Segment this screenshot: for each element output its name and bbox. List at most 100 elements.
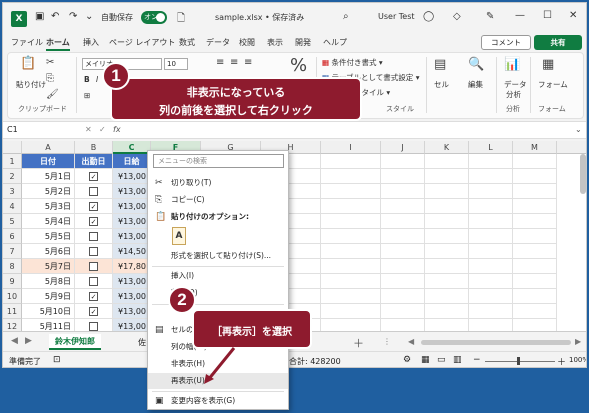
empty-cell[interactable] (425, 289, 469, 304)
add-sheet-icon[interactable]: ＋ (353, 335, 364, 351)
empty-cell[interactable] (425, 244, 469, 259)
tab-review[interactable]: 校閲 (239, 37, 255, 48)
empty-cell[interactable] (425, 304, 469, 319)
name-box[interactable]: C1 (7, 125, 67, 137)
checkbox-checked[interactable]: ✓ (89, 292, 98, 301)
empty-cell[interactable] (425, 229, 469, 244)
date-cell[interactable]: 5月7日 (22, 259, 75, 274)
empty-cell[interactable] (381, 259, 425, 274)
empty-cell[interactable] (513, 229, 557, 244)
checkbox-unchecked[interactable] (89, 187, 98, 196)
analyze-data-icon[interactable]: 📊 (504, 57, 520, 72)
empty-cell[interactable] (469, 199, 513, 214)
empty-cell[interactable] (381, 169, 425, 184)
workday-cell[interactable] (75, 274, 113, 289)
file-name[interactable]: sample.xlsx • 保存済み (215, 12, 304, 23)
column-header-a[interactable]: A (22, 141, 75, 154)
workday-cell[interactable]: ✓ (75, 199, 113, 214)
close-icon[interactable]: ✕ (569, 10, 577, 21)
tab-file[interactable]: ファイル (11, 37, 43, 48)
date-cell[interactable]: 5月9日 (22, 289, 75, 304)
empty-cell[interactable] (321, 259, 381, 274)
row-header[interactable]: 6 (3, 229, 22, 244)
row-header[interactable]: 8 (3, 259, 22, 274)
empty-cell[interactable] (469, 244, 513, 259)
daily-wage-cell[interactable]: ¥13,00 (113, 214, 151, 229)
row-header[interactable]: 7 (3, 244, 22, 259)
empty-cell[interactable] (469, 184, 513, 199)
percent-icon[interactable]: % (290, 55, 307, 76)
empty-cell[interactable] (513, 169, 557, 184)
empty-cell[interactable] (381, 214, 425, 229)
daily-wage-cell[interactable]: ¥13,00 (113, 184, 151, 199)
confirm-icon[interactable]: ✓ (99, 125, 106, 134)
search-icon[interactable]: ⌕ (343, 11, 349, 22)
paste-icon[interactable]: 📋 (20, 56, 36, 71)
empty-cell[interactable] (381, 154, 425, 169)
horizontal-scrollbar[interactable] (421, 340, 571, 345)
empty-cell[interactable] (469, 229, 513, 244)
menu-item-insert[interactable]: 挿入(I) (148, 268, 288, 284)
empty-cell[interactable] (321, 184, 381, 199)
tab-page-layout[interactable]: ページ レイアウト (109, 37, 175, 48)
empty-cell[interactable] (425, 184, 469, 199)
editing-icon[interactable]: 🔍 (468, 57, 484, 72)
checkbox-unchecked[interactable] (89, 262, 98, 271)
empty-cell[interactable] (425, 169, 469, 184)
menu-item-show-changes[interactable]: ▣ 変更内容を表示(G) (148, 393, 288, 409)
menu-item-copy[interactable]: ⎘ コピー(C) (148, 192, 288, 208)
date-cell[interactable]: 5月3日 (22, 199, 75, 214)
zoom-slider-thumb[interactable] (517, 357, 520, 365)
menu-item-cut[interactable]: ✂ 切り取り(T) (148, 175, 288, 191)
daily-wage-cell[interactable]: ¥13,00 (113, 169, 151, 184)
scroll-left-icon[interactable]: ◀ (408, 337, 414, 346)
column-header-l[interactable]: L (469, 141, 513, 154)
daily-wage-cell[interactable]: ¥13,00 (113, 199, 151, 214)
empty-cell[interactable] (425, 214, 469, 229)
form-icon[interactable]: ▦ (542, 57, 554, 72)
column-header-extra[interactable] (557, 141, 586, 154)
format-painter-icon[interactable]: 🖌 (46, 89, 59, 100)
align-top-icon[interactable]: ≡ (216, 57, 224, 68)
comment-button[interactable]: コメント (481, 35, 531, 50)
row-header[interactable]: 1 (3, 154, 22, 169)
row-header[interactable]: 2 (3, 169, 22, 184)
empty-cell[interactable] (321, 229, 381, 244)
redo-icon[interactable]: ↷ (69, 11, 77, 22)
checkbox-checked[interactable]: ✓ (89, 202, 98, 211)
column-header-k[interactable]: K (425, 141, 469, 154)
checkbox-checked[interactable]: ✓ (89, 172, 98, 181)
empty-cell[interactable] (381, 229, 425, 244)
empty-cell[interactable] (513, 289, 557, 304)
empty-cell[interactable] (381, 289, 425, 304)
empty-cell[interactable] (321, 199, 381, 214)
tab-data[interactable]: データ (206, 37, 230, 48)
bold-icon[interactable]: B (84, 75, 90, 84)
checkbox-unchecked[interactable] (89, 247, 98, 256)
empty-cell[interactable] (513, 214, 557, 229)
workday-cell[interactable] (75, 244, 113, 259)
tab-help[interactable]: ヘルプ (323, 37, 347, 48)
form-label[interactable]: フォーム (538, 79, 568, 90)
empty-cell[interactable] (469, 304, 513, 319)
empty-cell[interactable] (469, 214, 513, 229)
checkbox-checked[interactable]: ✓ (89, 217, 98, 226)
empty-cell[interactable] (321, 304, 381, 319)
share-button[interactable]: 共有 (534, 35, 582, 50)
row-header[interactable]: 9 (3, 274, 22, 289)
display-settings-icon[interactable]: ⚙ (403, 355, 411, 365)
empty-cell[interactable] (321, 169, 381, 184)
checkbox-checked[interactable]: ✓ (89, 307, 98, 316)
empty-cell[interactable] (513, 274, 557, 289)
vertical-scrollbar[interactable] (580, 154, 586, 194)
workday-cell[interactable]: ✓ (75, 304, 113, 319)
zoom-out-icon[interactable]: − (473, 355, 481, 365)
zoom-level[interactable]: 100% (569, 356, 586, 364)
user-name[interactable]: User Test (378, 12, 415, 21)
editing-label[interactable]: 編集 (468, 79, 483, 90)
empty-cell[interactable] (425, 199, 469, 214)
empty-cell[interactable] (381, 244, 425, 259)
empty-cell[interactable] (513, 304, 557, 319)
sheet-tab-2[interactable]: 佐 (138, 337, 146, 348)
checkbox-unchecked[interactable] (89, 232, 98, 241)
